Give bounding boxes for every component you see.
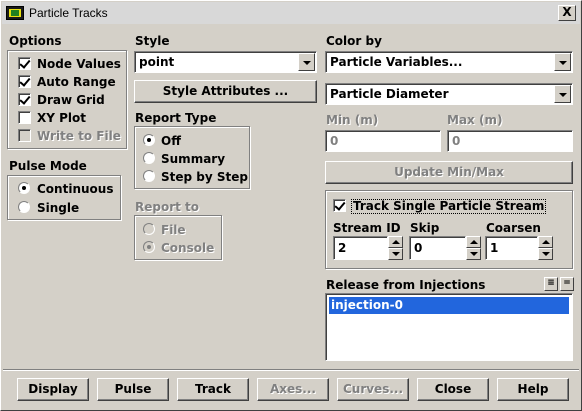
xy-plot-checkbox[interactable] — [18, 111, 31, 124]
report-step-radio[interactable] — [143, 170, 155, 182]
max-value: 0 — [452, 134, 461, 148]
report-file-label: File — [161, 223, 186, 237]
report-console-radio[interactable] — [143, 241, 155, 253]
coarsen-value: 1 — [490, 241, 499, 255]
max-field[interactable]: 0 — [447, 130, 573, 152]
injections-list[interactable]: injection-0 — [325, 293, 573, 361]
injection-list-item[interactable]: injection-0 — [329, 297, 569, 314]
report-step-label: Step by Step — [161, 170, 248, 184]
update-min-max-button[interactable]: Update Min/Max — [325, 161, 573, 184]
report-summary-label: Summary — [161, 152, 226, 166]
node-values-label: Node Values — [37, 57, 121, 71]
skip-spinner[interactable]: 0 — [409, 236, 481, 260]
app-icon — [6, 6, 24, 20]
color-by-variable-select[interactable]: Particle Diameter — [325, 83, 573, 105]
report-summary-radio[interactable] — [143, 152, 155, 164]
track-button[interactable]: Track — [177, 378, 249, 401]
stream-id-spinner[interactable]: 2 — [333, 236, 403, 260]
report-type-heading: Report Type — [135, 111, 217, 125]
skip-label: Skip — [410, 221, 440, 235]
list-select-all-icon[interactable]: ≡ — [544, 277, 558, 291]
color-by-variable-value: Particle Diameter — [330, 87, 449, 101]
color-by-category-select[interactable]: Particle Variables... — [325, 51, 573, 73]
style-attributes-button[interactable]: Style Attributes ... — [134, 80, 317, 103]
chevron-down-icon[interactable] — [554, 53, 571, 71]
coarsen-label: Coarsen — [486, 221, 541, 235]
spin-up-icon[interactable] — [388, 236, 403, 248]
style-select[interactable]: point — [134, 51, 317, 73]
curves-button[interactable]: Curves... — [337, 378, 409, 401]
min-label: Min (m) — [326, 113, 379, 127]
stream-id-value: 2 — [338, 241, 347, 255]
chevron-down-icon[interactable] — [298, 53, 315, 71]
options-heading: Options — [9, 34, 62, 48]
write-to-file-checkbox[interactable] — [18, 129, 31, 142]
style-heading: Style — [135, 34, 170, 48]
stream-id-label: Stream ID — [333, 221, 401, 235]
report-off-label: Off — [161, 134, 181, 148]
style-value: point — [139, 55, 175, 69]
report-to-heading: Report to — [135, 200, 200, 214]
skip-value: 0 — [414, 241, 423, 255]
continuous-radio[interactable] — [18, 182, 30, 194]
color-by-heading: Color by — [326, 34, 382, 48]
min-value: 0 — [330, 134, 339, 148]
separator — [3, 369, 579, 371]
min-field[interactable]: 0 — [325, 130, 441, 152]
single-label: Single — [37, 201, 80, 215]
continuous-label: Continuous — [37, 182, 114, 196]
close-button[interactable]: Close — [417, 378, 489, 401]
pulse-button[interactable]: Pulse — [97, 378, 169, 401]
single-radio[interactable] — [18, 201, 30, 213]
track-single-checkbox[interactable] — [333, 199, 346, 212]
write-to-file-label: Write to File — [37, 129, 121, 143]
spin-up-icon[interactable] — [538, 236, 553, 248]
auto-range-label: Auto Range — [37, 75, 116, 89]
track-single-label: Track Single Particle Stream — [351, 199, 547, 214]
max-label: Max (m) — [447, 113, 503, 127]
report-console-label: Console — [161, 241, 215, 255]
pulse-mode-heading: Pulse Mode — [9, 159, 87, 173]
list-deselect-icon[interactable]: = — [560, 277, 574, 291]
window-title: Particle Tracks — [29, 6, 108, 20]
report-off-radio[interactable] — [143, 134, 155, 146]
close-window-button[interactable]: X — [558, 5, 576, 21]
spin-down-icon[interactable] — [388, 248, 403, 260]
draw-grid-checkbox[interactable] — [18, 93, 31, 106]
help-button[interactable]: Help — [497, 378, 569, 401]
particle-tracks-dialog: Particle Tracks X Options Node Values Au… — [0, 0, 582, 411]
release-heading: Release from Injections — [326, 278, 486, 292]
report-file-radio[interactable] — [143, 223, 155, 235]
spin-up-icon[interactable] — [466, 236, 481, 248]
coarsen-spinner[interactable]: 1 — [485, 236, 553, 260]
spin-down-icon[interactable] — [538, 248, 553, 260]
xy-plot-label: XY Plot — [37, 111, 87, 125]
node-values-checkbox[interactable] — [18, 57, 31, 70]
title-bar: Particle Tracks X — [2, 2, 580, 24]
chevron-down-icon[interactable] — [554, 85, 571, 103]
auto-range-checkbox[interactable] — [18, 75, 31, 88]
axes-button[interactable]: Axes... — [257, 378, 329, 401]
color-by-category-value: Particle Variables... — [330, 55, 463, 69]
spin-down-icon[interactable] — [466, 248, 481, 260]
display-button[interactable]: Display — [17, 378, 89, 401]
draw-grid-label: Draw Grid — [37, 93, 105, 107]
